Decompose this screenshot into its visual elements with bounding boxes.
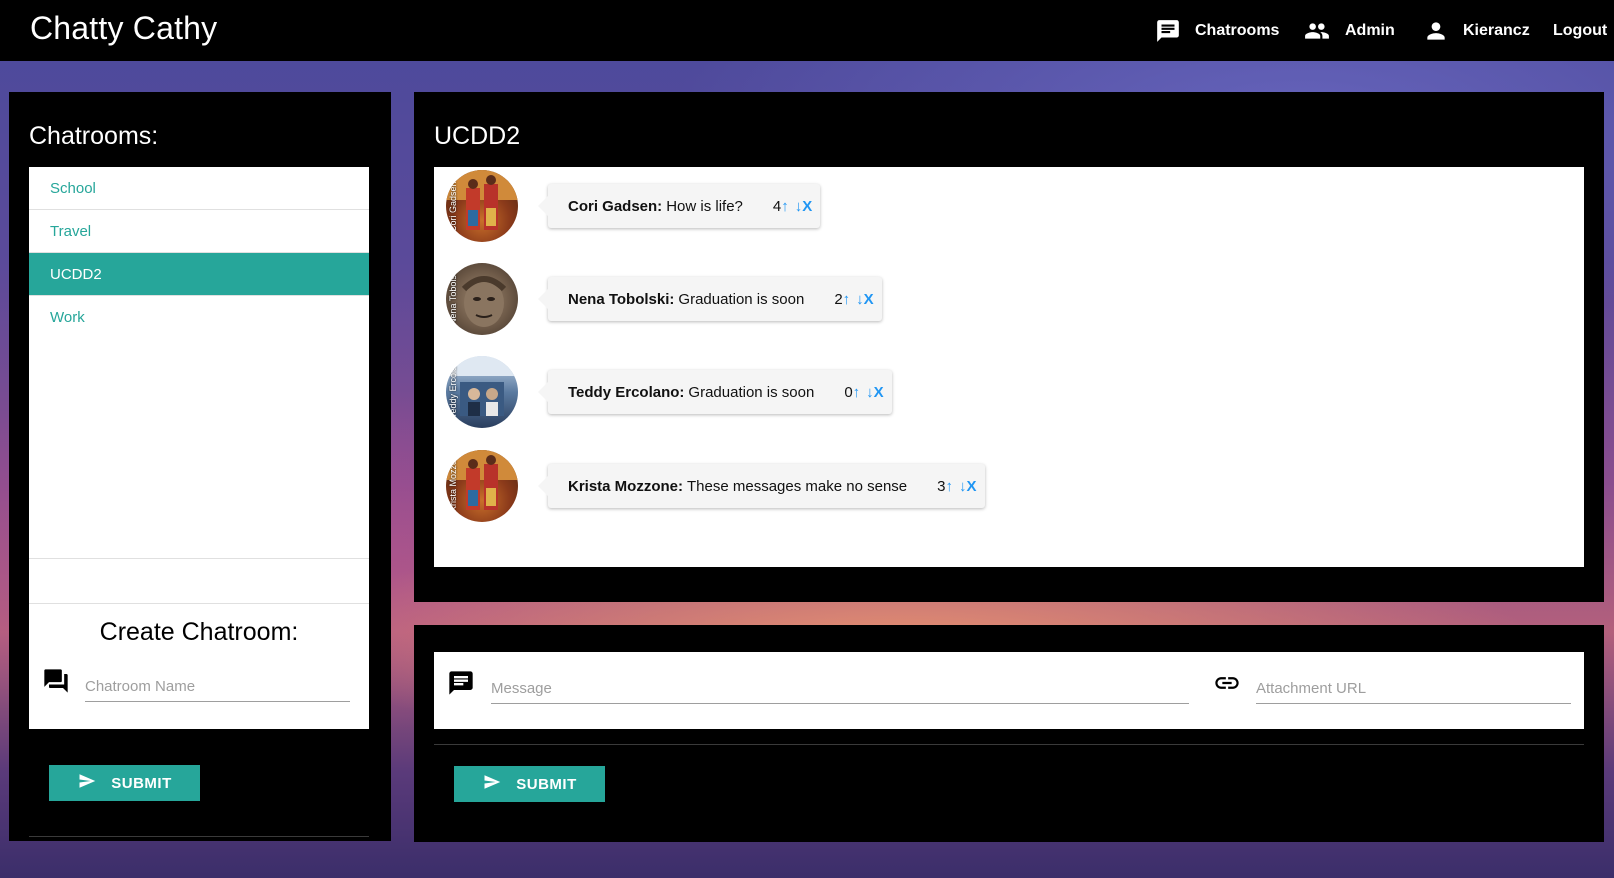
nav-logout-label: Logout	[1553, 22, 1608, 39]
message-author: Cori Gadsen:	[568, 197, 663, 215]
forum-icon	[42, 667, 70, 700]
message-text: Graduation is soon	[678, 290, 805, 308]
avatar: Nena Tobolski	[446, 263, 518, 335]
message-bubble: Nena Tobolski: Graduation is soon 2 ↑ ↓ …	[538, 277, 882, 321]
room-item-ucdd2[interactable]: UCDD2	[29, 253, 369, 296]
chat-bubble-icon	[1155, 18, 1181, 44]
send-icon	[482, 773, 502, 795]
vote-score: 3	[937, 477, 946, 495]
downvote-icon[interactable]: ↓	[866, 384, 874, 401]
room-item-school[interactable]: School	[29, 167, 369, 210]
top-navbar: Chatty Cathy Chatrooms Admin Kierancz Lo…	[0, 0, 1614, 61]
avatar-name: Cori Gadsen	[448, 181, 458, 232]
sidebar-heading: Chatrooms:	[29, 122, 159, 150]
chatroom-name-input[interactable]	[85, 672, 350, 702]
nav-user[interactable]: Kierancz	[1423, 16, 1530, 46]
message-item: Krista Mozzone Krista Mozzone: These mes…	[446, 448, 985, 524]
delete-message-button[interactable]: X	[864, 291, 874, 308]
upvote-icon[interactable]: ↑	[843, 291, 851, 308]
room-title: UCDD2	[434, 122, 521, 150]
message-bubble: Krista Mozzone: These messages make no s…	[538, 464, 985, 508]
message-input[interactable]	[491, 674, 1189, 704]
attachment-url-input[interactable]	[1256, 674, 1571, 704]
message-item: Teddy Ercolano Teddy Ercolano: Graduatio…	[446, 354, 892, 430]
upvote-icon[interactable]: ↑	[781, 198, 789, 215]
avatar: Cori Gadsen	[446, 170, 518, 242]
message-author: Nena Tobolski:	[568, 290, 675, 308]
sidebar-divider	[29, 836, 369, 837]
avatar-name: Teddy Ercolano	[448, 366, 458, 418]
compose-divider	[434, 744, 1584, 745]
chat-bubble-icon	[447, 669, 475, 702]
downvote-icon[interactable]: ↓	[856, 291, 864, 308]
submit-label: SUBMIT	[111, 774, 172, 792]
nav-user-label: Kierancz	[1463, 22, 1530, 39]
submit-label: SUBMIT	[516, 775, 577, 793]
compose-card	[434, 652, 1584, 729]
person-icon	[1423, 18, 1449, 44]
people-icon	[1303, 18, 1331, 44]
message-text: How is life?	[666, 197, 743, 215]
compose-panel: SUBMIT	[414, 625, 1604, 842]
message-author: Krista Mozzone:	[568, 477, 684, 495]
avatar: Krista Mozzone	[446, 450, 518, 522]
nav-chatrooms[interactable]: Chatrooms	[1155, 16, 1279, 46]
avatar: Teddy Ercolano	[446, 356, 518, 428]
avatar-name: Nena Tobolski	[448, 273, 458, 325]
message-item: Nena Tobolski Nena Tobolski: Graduation …	[446, 261, 882, 337]
create-chatroom-title: Create Chatroom:	[99, 618, 299, 646]
upvote-icon[interactable]: ↑	[853, 384, 861, 401]
room-item-work[interactable]: Work	[29, 296, 369, 339]
message-list: Cori Gadsen Cori Gadsen: How is life? 4 …	[434, 167, 1584, 567]
avatar-name: Krista Mozzone	[448, 460, 458, 512]
send-message-submit-button[interactable]: SUBMIT	[454, 766, 605, 802]
vote-score: 2	[834, 290, 843, 308]
create-spacer	[29, 558, 369, 604]
downvote-icon[interactable]: ↓	[959, 478, 967, 495]
chatroom-panel: UCDD2 Cori Gadsen Cori Gadsen: How is li…	[414, 92, 1604, 602]
vote-score: 0	[844, 383, 853, 401]
chatroom-list: School Travel UCDD2 Work	[29, 167, 369, 558]
message-bubble: Cori Gadsen: How is life? 4 ↑ ↓ X	[537, 184, 821, 228]
delete-message-button[interactable]: X	[966, 478, 976, 495]
link-icon	[1213, 669, 1241, 702]
app-title[interactable]: Chatty Cathy	[30, 10, 217, 47]
nav-admin-label: Admin	[1345, 22, 1395, 39]
downvote-icon[interactable]: ↓	[795, 198, 803, 215]
nav-chatrooms-label: Chatrooms	[1195, 22, 1280, 39]
nav-admin[interactable]: Admin	[1303, 16, 1395, 46]
chatroom-sidebar: Chatrooms: School Travel UCDD2 Work Crea…	[9, 92, 391, 841]
message-text: These messages make no sense	[687, 477, 908, 495]
message-text: Graduation is soon	[688, 383, 815, 401]
upvote-icon[interactable]: ↑	[945, 478, 953, 495]
delete-message-button[interactable]: X	[802, 198, 812, 215]
room-item-travel[interactable]: Travel	[29, 210, 369, 253]
message-bubble: Teddy Ercolano: Graduation is soon 0 ↑ ↓…	[538, 370, 892, 414]
create-chatroom-submit-button[interactable]: SUBMIT	[49, 765, 200, 801]
vote-score: 4	[772, 197, 782, 215]
delete-message-button[interactable]: X	[874, 384, 884, 401]
create-chatroom-card: Create Chatroom:	[29, 604, 369, 729]
nav-logout[interactable]: Logout	[1553, 16, 1607, 46]
send-icon	[77, 772, 97, 794]
message-author: Teddy Ercolano:	[568, 383, 685, 401]
message-item: Cori Gadsen Cori Gadsen: How is life? 4 …	[446, 168, 821, 244]
